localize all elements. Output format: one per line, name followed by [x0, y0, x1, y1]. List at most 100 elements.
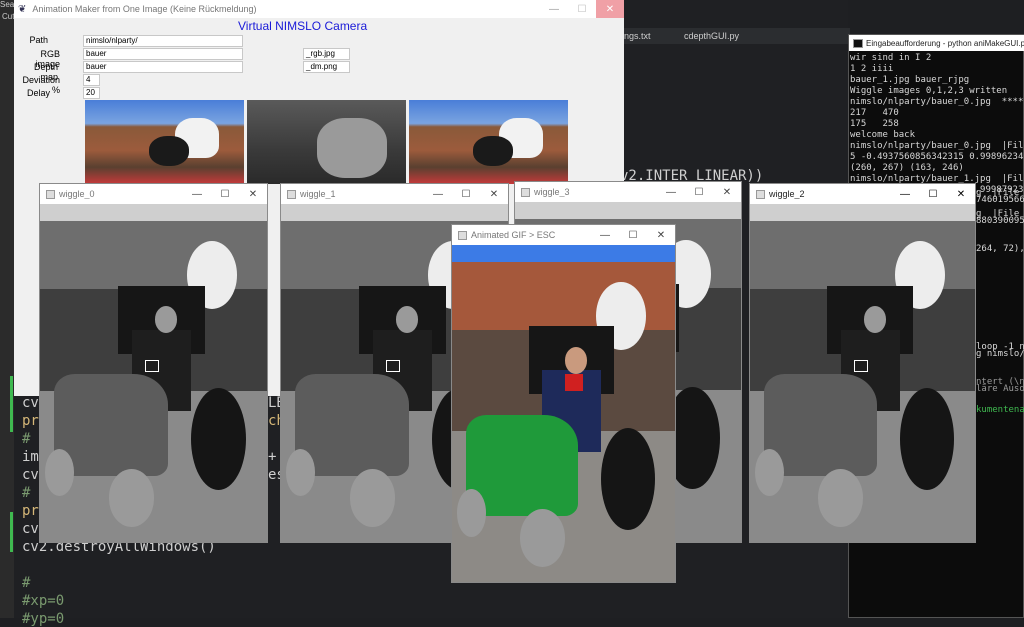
console-line-fragment: g nimslo/n — [976, 349, 1024, 359]
feather-icon: ❦ — [18, 3, 27, 15]
code-line: # — [22, 431, 31, 447]
code-line: cv — [22, 467, 39, 483]
wiggle-2-window[interactable]: wiggle_2 — ☐ ✕ — [749, 183, 976, 543]
close-button[interactable]: ✕ — [239, 184, 267, 204]
front-wheel-left — [456, 489, 486, 537]
tracking-box — [386, 360, 401, 373]
minimize-button[interactable]: — — [591, 225, 619, 245]
tracking-box — [854, 360, 869, 373]
cow-spot-2 — [473, 136, 513, 166]
window-icon — [458, 230, 467, 240]
main-window-title: Animation Maker from One Image (Keine Rü… — [32, 4, 257, 14]
console-line: bauer_1.jpg bauer_rjpg — [850, 75, 970, 85]
editor-fragment-3: + — [268, 449, 277, 465]
console-line: welcome back — [850, 130, 916, 140]
console-line-fragment: 264, 72), — [976, 244, 1024, 254]
wiggle-0-window[interactable]: wiggle_0 — ☐ ✕ — [39, 183, 268, 543]
scarf — [564, 373, 583, 391]
editor-tab-settings[interactable]: ngs.txt — [624, 31, 651, 41]
rgb-suffix-input[interactable]: _rgb.jpg — [303, 48, 350, 60]
console-line: 175 258 — [850, 119, 899, 129]
code-line: pr — [22, 413, 39, 429]
maximize-button[interactable]: ☐ — [452, 184, 480, 204]
driver-head — [863, 306, 887, 334]
console-line-fragment: 88039009573 — [976, 216, 1024, 226]
maximize-button[interactable]: ☐ — [211, 184, 239, 204]
close-button[interactable]: ✕ — [947, 184, 975, 204]
wiggle-0-title: wiggle_0 — [59, 189, 95, 199]
maximize-button[interactable]: ☐ — [919, 184, 947, 204]
front-wheel-left — [754, 448, 785, 497]
maximize-button[interactable]: ☐ — [568, 0, 596, 18]
front-wheel — [349, 469, 396, 527]
window-icon — [756, 189, 765, 199]
maximize-button[interactable]: ☐ — [685, 182, 713, 202]
path-label: Path — [29, 35, 48, 45]
editor-tab-cdepthgui[interactable]: cdepthGUI.py — [684, 31, 739, 41]
depth-cow-shape — [317, 118, 387, 178]
wiggle-1-title: wiggle_1 — [300, 189, 336, 199]
wiggle-2-image — [750, 204, 975, 542]
close-button[interactable]: ✕ — [480, 184, 508, 204]
rgb-preview-image — [85, 100, 244, 184]
code-line: # — [22, 575, 31, 591]
wiggle-0-titlebar[interactable]: wiggle_0 — ☐ ✕ — [40, 184, 267, 204]
animated-gif-window[interactable]: Animated GIF > ESC — ☐ ✕ — [451, 224, 676, 583]
wiggle-2-titlebar[interactable]: wiggle_2 — ☐ ✕ — [750, 184, 975, 204]
console-line: wir sind in I 2 — [850, 53, 932, 63]
code-line: cv — [22, 395, 39, 411]
window-icon — [521, 187, 530, 197]
maximize-button[interactable]: ☐ — [619, 225, 647, 245]
window-icon — [287, 189, 296, 199]
minimize-button[interactable]: — — [183, 184, 211, 204]
rgb-image-input[interactable]: bauer — [83, 48, 243, 60]
front-wheel — [108, 469, 155, 527]
driver-head — [564, 346, 587, 374]
app-heading: Virtual NIMSLO Camera — [238, 19, 368, 33]
code-line: pr — [22, 503, 39, 519]
depth-preview-image — [247, 100, 406, 184]
code-line: #yp=0 — [22, 611, 65, 627]
console-line: nimslo/nlparty/bauer_0.jpg |File i — [850, 141, 1023, 151]
animated-gif-image — [452, 245, 675, 582]
animated-gif-title: Animated GIF > ESC — [471, 230, 556, 240]
console-titlebar[interactable]: Eingabeaufforderung - python aniMakeGUI.… — [849, 35, 1024, 51]
editor-gutter-marker-2 — [10, 512, 13, 552]
code-line: # — [22, 485, 31, 501]
close-button[interactable]: ✕ — [647, 225, 675, 245]
rear-wheel — [600, 428, 655, 530]
minimize-button[interactable]: — — [891, 184, 919, 204]
console-line: nimslo/nlparty/bauer_0.jpg ***** — [850, 97, 1023, 107]
minimize-button[interactable]: — — [540, 0, 568, 18]
close-button[interactable]: ✕ — [713, 182, 741, 202]
delay-input[interactable]: 20 — [83, 87, 100, 99]
console-icon — [853, 38, 863, 48]
console-output-right: g |File i74601956605g |File i88039009573… — [976, 188, 1024, 428]
delay-label: Delay — [26, 88, 50, 98]
window-icon — [46, 189, 55, 199]
deviation-input[interactable]: 4 — [83, 74, 100, 86]
console-line: 1 2 iiii — [850, 64, 894, 74]
wiggle-3-title: wiggle_3 — [534, 187, 570, 197]
console-line: Wiggle images 0,1,2,3 written — [850, 86, 1008, 96]
wiggle-1-titlebar[interactable]: wiggle_1 — ☐ ✕ — [281, 184, 508, 204]
animated-gif-titlebar[interactable]: Animated GIF > ESC — ☐ ✕ — [452, 225, 675, 245]
wiggle-3-titlebar[interactable]: wiggle_3 — ☐ ✕ — [515, 182, 741, 202]
minimize-button[interactable]: — — [424, 184, 452, 204]
console-title: Eingabeaufforderung - python aniMakeGUI.… — [866, 38, 1024, 48]
console-line-fragment: läre Ausdrück — [976, 384, 1024, 394]
wiggle-2-title: wiggle_2 — [769, 189, 805, 199]
close-button[interactable]: ✕ — [596, 0, 624, 18]
console-line-fragment: kumentenanf — [976, 405, 1024, 415]
minimize-button[interactable]: — — [657, 182, 685, 202]
path-input[interactable]: nimslo/nlparty/ — [83, 35, 243, 47]
depth-map-input[interactable]: bauer — [83, 61, 243, 73]
code-line: cv — [22, 521, 39, 537]
console-line: 5 -0.4937560856342315 0.998962342 — [850, 152, 1023, 162]
result-preview-image — [409, 100, 568, 184]
console-line-fragment: 74601956605 — [976, 195, 1024, 205]
main-window-titlebar[interactable]: ❦ Animation Maker from One Image (Keine … — [14, 0, 624, 18]
cow-spot — [149, 136, 189, 166]
dm-suffix-input[interactable]: _dm.png — [303, 61, 350, 73]
taskbar-label-2: Cut — [2, 12, 15, 21]
